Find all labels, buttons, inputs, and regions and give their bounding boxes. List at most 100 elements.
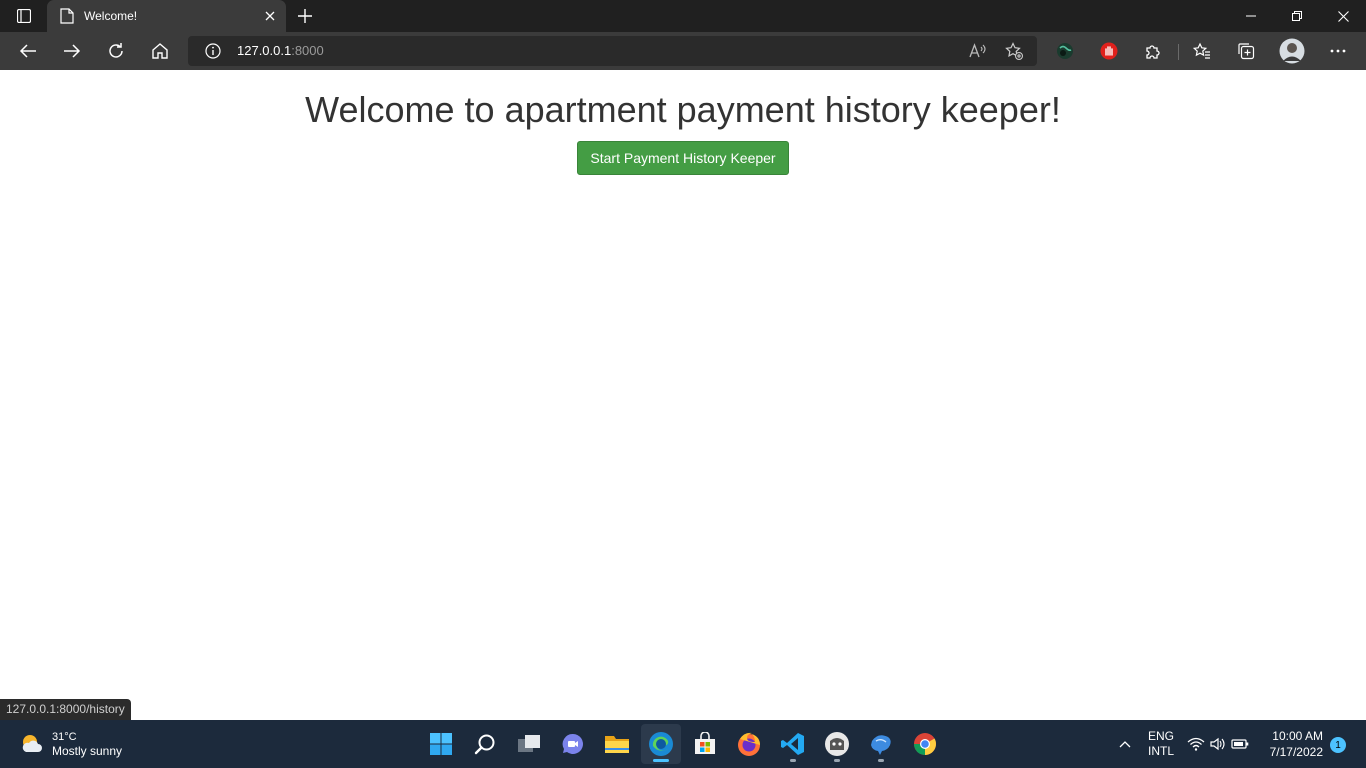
- toolbar-separator: [1178, 44, 1179, 60]
- start-button[interactable]: [421, 724, 461, 764]
- restore-icon: [1292, 11, 1302, 21]
- start-icon: [430, 733, 452, 755]
- running-indicator: [834, 759, 840, 762]
- chrome-icon: [914, 733, 936, 755]
- home-button[interactable]: [146, 37, 174, 65]
- page-title: Welcome to apartment payment history kee…: [305, 89, 1061, 130]
- status-bar-url: 127.0.0.1:8000/history: [0, 699, 131, 720]
- running-indicator: [878, 759, 884, 762]
- arrow-left-icon: [19, 44, 36, 58]
- firefox-icon: [738, 732, 760, 756]
- forward-button[interactable]: [58, 37, 86, 65]
- search-icon: [474, 734, 495, 755]
- app-button[interactable]: [817, 724, 857, 764]
- task-view-icon: [518, 735, 540, 752]
- page-icon: [60, 8, 74, 24]
- info-icon[interactable]: [205, 43, 221, 59]
- battery-icon: [1231, 739, 1249, 749]
- address-url[interactable]: 127.0.0.1:8000: [237, 43, 324, 58]
- restore-button[interactable]: [1274, 0, 1320, 32]
- dolphin-icon: [871, 735, 891, 755]
- more-icon: [1330, 49, 1346, 53]
- back-button[interactable]: [14, 37, 42, 65]
- edge-icon: [649, 732, 673, 756]
- add-favorite-button[interactable]: [1005, 42, 1023, 60]
- wifi-icon: [1187, 737, 1205, 751]
- show-hidden-icons-button[interactable]: [1110, 724, 1140, 764]
- minimize-icon: [1246, 15, 1256, 17]
- active-indicator: [653, 759, 669, 762]
- star-add-icon: [1005, 42, 1023, 60]
- teams-chat-button[interactable]: [553, 724, 593, 764]
- close-icon: [265, 11, 275, 21]
- vscode-icon: [781, 733, 804, 755]
- keyboard-layout: INTL: [1148, 744, 1175, 758]
- read-aloud-icon: [969, 43, 986, 58]
- extension-button-2[interactable]: [1095, 37, 1123, 65]
- browser-tab-welcome[interactable]: Welcome!: [47, 0, 286, 32]
- tab-close-button[interactable]: [258, 4, 282, 28]
- collections-button[interactable]: [1232, 37, 1260, 65]
- new-tab-button[interactable]: [292, 4, 318, 28]
- extensions-button[interactable]: [1139, 37, 1167, 65]
- read-aloud-button[interactable]: [969, 42, 987, 60]
- tab-bar: Welcome!: [0, 0, 1366, 32]
- vscode-button[interactable]: [773, 724, 813, 764]
- task-view-button[interactable]: [509, 724, 549, 764]
- firefox-button[interactable]: [729, 724, 769, 764]
- close-icon: [1337, 10, 1349, 22]
- clock-date: 7/17/2022: [1269, 745, 1323, 759]
- weather-widget[interactable]: 31°C Mostly sunny: [20, 729, 122, 759]
- chrome-button[interactable]: [905, 724, 945, 764]
- avatar: [1279, 38, 1305, 64]
- store-button[interactable]: [685, 724, 725, 764]
- puzzle-icon: [1146, 45, 1160, 59]
- extension-button-1[interactable]: [1051, 37, 1079, 65]
- minimize-button[interactable]: [1228, 0, 1274, 32]
- window-controls: [1228, 0, 1366, 32]
- refresh-button[interactable]: [102, 37, 130, 65]
- store-icon: [695, 732, 715, 754]
- tab-actions-button[interactable]: [10, 6, 38, 26]
- folder-icon: [605, 736, 629, 753]
- system-clock[interactable]: 10:00 AM 7/17/2022: [1262, 728, 1323, 760]
- quick-settings-button[interactable]: [1186, 724, 1250, 764]
- address-bar[interactable]: 127.0.0.1:8000: [188, 36, 1037, 66]
- page-content: Welcome to apartment payment history kee…: [0, 70, 1366, 720]
- refresh-icon: [109, 43, 123, 58]
- app-icon: [825, 732, 849, 756]
- browser-toolbar: 127.0.0.1:8000: [0, 32, 1366, 70]
- language-code: ENG: [1148, 729, 1175, 743]
- file-explorer-button[interactable]: [597, 724, 637, 764]
- dolphin-button[interactable]: [861, 724, 901, 764]
- tab-actions-icon: [17, 9, 31, 23]
- arrow-right-icon: [64, 44, 81, 58]
- tab-title: Welcome!: [84, 9, 138, 23]
- collections-icon: [1238, 43, 1255, 60]
- weather-condition: Mostly sunny: [52, 743, 123, 758]
- close-window-button[interactable]: [1320, 0, 1366, 32]
- notification-badge[interactable]: 1: [1330, 737, 1346, 753]
- url-port: :8000: [291, 43, 324, 58]
- edge-taskbar-button[interactable]: [641, 724, 681, 764]
- plus-icon: [298, 9, 312, 23]
- chevron-up-icon: [1119, 741, 1131, 748]
- favorites-icon: [1193, 42, 1210, 59]
- volume-icon: [1210, 737, 1225, 751]
- taskbar: 31°C Mostly sunny ENG INTL 10:00 AM 7/17…: [0, 720, 1366, 768]
- weather-temperature: 31°C: [52, 730, 77, 743]
- teams-chat-icon: [562, 733, 583, 754]
- extension-globe-icon: [1057, 43, 1073, 59]
- taskbar-search-button[interactable]: [465, 724, 505, 764]
- settings-more-button[interactable]: [1324, 37, 1352, 65]
- url-host: 127.0.0.1: [237, 43, 292, 58]
- input-language-indicator[interactable]: ENG INTL: [1148, 729, 1174, 759]
- extension-hand-icon: [1100, 42, 1118, 60]
- start-payment-history-keeper-button[interactable]: Start Payment History Keeper: [577, 141, 789, 175]
- home-icon: [152, 43, 168, 59]
- favorites-button[interactable]: [1188, 37, 1216, 65]
- clock-time: 10:00 AM: [1272, 729, 1323, 743]
- running-indicator: [790, 759, 796, 762]
- profile-button[interactable]: [1277, 36, 1307, 66]
- sun-cloud-icon: [22, 735, 42, 752]
